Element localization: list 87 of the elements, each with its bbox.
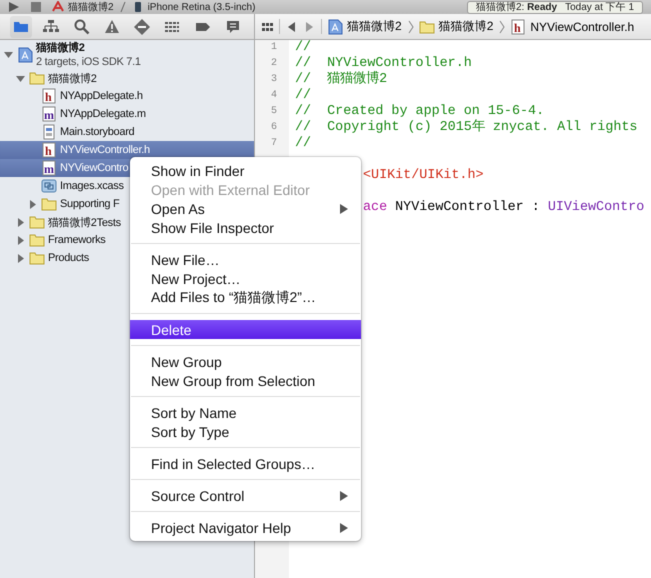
implementation-file-icon: m <box>41 160 57 176</box>
menu-item[interactable]: New File… <box>130 250 361 269</box>
file-name: NYAppDelegate.h <box>60 90 143 102</box>
submenu-arrow-icon <box>339 202 349 214</box>
destination-name[interactable]: iPhone Retina (3.5-inch) <box>148 2 256 12</box>
search-icon <box>72 18 91 36</box>
code-line: // <box>295 88 312 104</box>
disclosure-expanded-icon[interactable] <box>3 49 14 60</box>
breakpoint-icon <box>133 18 152 36</box>
disclosure-collapsed-icon[interactable] <box>15 252 26 264</box>
chevron-icon <box>498 20 506 34</box>
file-name: Products <box>48 252 90 264</box>
submenu-arrow-icon <box>339 522 349 534</box>
project-name: 猫猫微博2 <box>36 40 86 54</box>
file-name: Main.storyboard <box>60 126 134 138</box>
code-line: ace NYViewController : UIViewContro <box>363 200 644 216</box>
navigator-row[interactable]: 猫猫微博2 <box>0 69 254 87</box>
line-number: 4 <box>270 89 278 103</box>
project-subtitle: 2 targets, iOS SDK 7.1 <box>36 54 141 68</box>
file-name: NYAppDelegate.m <box>60 108 146 120</box>
line-number: 7 <box>270 137 278 151</box>
folder-icon <box>29 70 45 86</box>
code-line: <UIKit/UIKit.h> <box>363 168 484 184</box>
menu-item[interactable]: Project Navigator Help <box>130 518 361 537</box>
code-line: // Copyright (c) 2015年 znycat. All rights <box>295 120 638 136</box>
folder-icon <box>418 18 435 34</box>
header-file-icon: h <box>41 88 57 104</box>
slash-divider-icon <box>118 1 128 13</box>
line-number: 3 <box>270 73 278 87</box>
project-icon <box>327 18 343 34</box>
file-name: 猫猫微博2 <box>48 72 97 86</box>
menu-item[interactable]: New Project… <box>130 269 361 288</box>
folder-icon <box>29 250 45 266</box>
jump-bar-item[interactable]: NYViewController.h <box>530 20 634 34</box>
navigator-row[interactable]: 猫猫微博2 2 targets, iOS SDK 7.1 <box>0 40 254 69</box>
line-number: 1 <box>270 41 278 55</box>
code-line: // <box>295 136 312 152</box>
menu-item[interactable]: Sort by Type <box>130 422 361 441</box>
folder-icon <box>29 232 45 248</box>
code-line: // <box>295 40 312 56</box>
menu-item[interactable]: Add Files to “猫猫微博2”… <box>130 288 361 307</box>
menu-item[interactable]: Show File Inspector <box>130 218 361 237</box>
project-icon <box>17 46 33 62</box>
implementation-file-icon: m <box>41 106 57 122</box>
navigator-tab[interactable] <box>10 16 32 38</box>
file-name: 猫猫微博2Tests <box>48 216 121 230</box>
disclosure-collapsed-icon[interactable] <box>15 234 26 246</box>
menu-item[interactable]: Find in Selected Groups… <box>130 454 361 473</box>
navigator-row[interactable]: h NYAppDelegate.h <box>0 87 254 105</box>
code-line: // NYViewController.h <box>295 56 472 71</box>
disclosure-collapsed-icon[interactable] <box>15 216 26 228</box>
navigator-row[interactable]: h NYViewController.h <box>0 141 254 159</box>
line-number: 5 <box>270 105 278 119</box>
file-name: NYViewController.h <box>60 144 150 156</box>
menu-item[interactable]: Source Control <box>130 486 361 505</box>
navigator-row[interactable]: m NYAppDelegate.m <box>0 105 254 123</box>
warning-icon <box>102 18 121 36</box>
navigator-row[interactable]: Main.storyboard <box>0 123 254 141</box>
file-name: Images.xcass <box>60 180 124 192</box>
code-line: // 猫猫微博2 <box>295 72 388 88</box>
status-time: Today at 下午 1 <box>565 2 634 12</box>
stop-icon <box>30 1 42 13</box>
menu-item[interactable]: Sort by Name <box>130 403 361 422</box>
folder-icon <box>41 196 57 212</box>
app-scheme-icon <box>52 1 64 13</box>
scheme-name[interactable]: 猫猫微博2 <box>68 0 114 14</box>
menu-item[interactable]: New Group from Selection <box>130 371 361 390</box>
status-text: 猫猫微博2: Ready <box>476 2 558 12</box>
menu-item[interactable]: Delete <box>130 320 361 339</box>
chevron-icon <box>406 20 415 34</box>
menu-item[interactable]: New Group <box>130 352 361 371</box>
asset-catalog-icon <box>41 178 57 194</box>
submenu-arrow-icon <box>339 490 349 502</box>
storyboard-file-icon <box>41 124 57 140</box>
header-file-icon: h <box>510 18 526 34</box>
file-name: NYViewContro <box>60 162 128 174</box>
jump-bar-item[interactable]: 猫猫微博2 <box>347 18 402 35</box>
file-name: Frameworks <box>48 234 106 246</box>
header-file-icon: h <box>41 142 57 158</box>
disclosure-collapsed-icon[interactable] <box>27 198 38 210</box>
folder-icon <box>29 214 45 230</box>
file-name: Supporting F <box>60 198 120 210</box>
menu-item[interactable]: Open As <box>130 199 361 218</box>
line-number: 2 <box>270 57 278 71</box>
line-number: 6 <box>270 121 278 135</box>
jump-bar-item[interactable]: 猫猫微博2 <box>438 18 494 35</box>
code-line: // Created by apple on 15-6-4. <box>295 104 544 119</box>
